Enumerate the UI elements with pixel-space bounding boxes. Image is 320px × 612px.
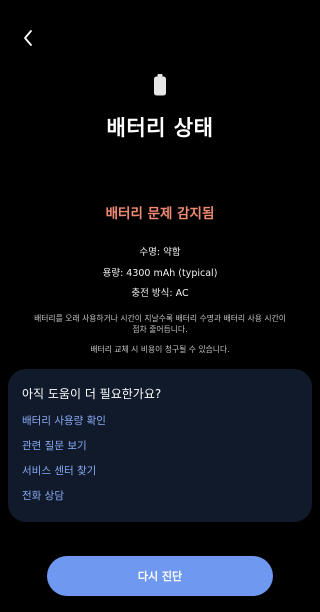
- charging-method-text: 충전 방식: AC: [131, 288, 189, 299]
- battery-usage-link[interactable]: 배터리 사용량 확인: [22, 413, 106, 428]
- battery-description: 배터리를 오래 사용하거나 시간이 지날수록 배터리 수명과 배터리 사용 시간…: [34, 314, 286, 334]
- problem-status-text: 배터리 문제 감지됨: [105, 206, 215, 222]
- capacity-text: 용량: 4300 mAh (typical): [102, 268, 218, 279]
- chevron-left-icon: [24, 30, 32, 46]
- replacement-note: 배터리 교체 시 비용이 청구될 수 있습니다.: [90, 345, 230, 354]
- help-title: 아직 도움이 더 필요한가요?: [22, 387, 162, 401]
- page-title: 배터리 상태: [106, 116, 214, 140]
- back-button[interactable]: [14, 24, 42, 52]
- battery-icon: [154, 74, 166, 96]
- lifespan-text: 수명: 약함: [139, 247, 181, 258]
- phone-support-link[interactable]: 전화 상담: [22, 488, 64, 503]
- rediagnose-button[interactable]: 다시 진단: [47, 556, 273, 596]
- help-card: 아직 도움이 더 필요한가요? 배터리 사용량 확인 관련 질문 보기 서비스 …: [8, 369, 312, 522]
- service-center-link[interactable]: 서비스 센터 찾기: [22, 463, 96, 478]
- faq-link[interactable]: 관련 질문 보기: [22, 438, 87, 453]
